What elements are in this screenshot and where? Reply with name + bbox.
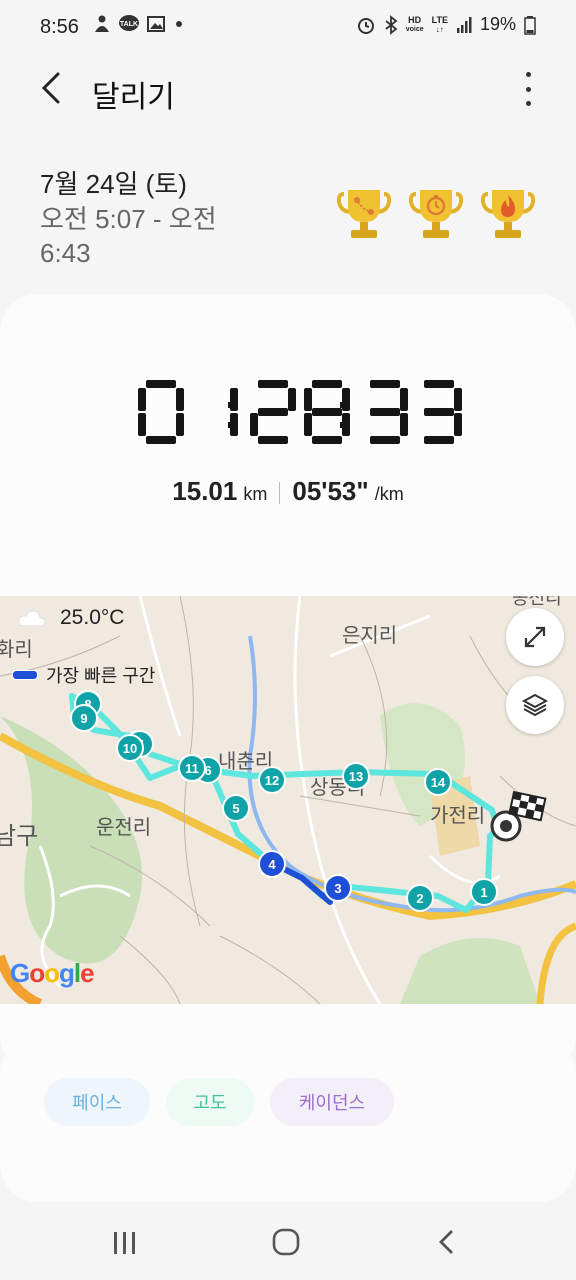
distance-trophy-icon[interactable]	[336, 186, 392, 242]
page-title: 달리기	[92, 81, 175, 114]
duration-colon	[340, 402, 346, 408]
system-nav-bar	[0, 1208, 576, 1280]
finish-point-dot	[500, 820, 512, 832]
stats-divider	[279, 482, 281, 505]
notification-icons: TALK	[92, 14, 186, 34]
route-marker-label: 14	[431, 775, 446, 790]
more-options-button[interactable]	[516, 72, 540, 106]
expand-icon	[524, 626, 546, 648]
lte-arrows-icon: ↓↑	[435, 24, 444, 34]
route-marker-label: 12	[265, 773, 279, 788]
place-label: 은지리	[342, 624, 397, 647]
map-canvas[interactable]: 은지리 남구 운전리 가전리 화리 상동리 내춘리 공전리 1234567891…	[0, 596, 576, 1004]
hd-voice-icon: HD voice	[405, 14, 424, 34]
app-bar: 달리기	[0, 56, 576, 124]
weather-info: 25.0°C	[18, 606, 124, 630]
place-label: 화리	[0, 638, 33, 661]
route-marker-label: 11	[185, 761, 199, 776]
duration-colon	[228, 402, 234, 408]
signal-icon	[456, 16, 472, 33]
recent-apps-button[interactable]	[110, 1230, 140, 1256]
place-label: 공전리	[512, 596, 562, 608]
duration-digit	[370, 380, 408, 444]
workout-date: 7월 24일 (토)	[40, 169, 187, 199]
duration-digit	[250, 380, 296, 444]
route-marker-label: 9	[80, 711, 87, 726]
google-logo: Google	[10, 958, 95, 988]
timer-trophy-icon[interactable]	[408, 186, 464, 242]
more-dot-icon	[525, 86, 531, 92]
hd-label: HD	[408, 14, 422, 25]
bluetooth-icon	[385, 14, 398, 35]
pace-unit: /km	[374, 484, 404, 504]
calorie-trophy-icon[interactable]	[480, 186, 536, 242]
duration-display	[138, 380, 462, 444]
duration-digit	[230, 388, 238, 436]
workout-stats: 15.01 km 05'53"/km	[0, 476, 576, 507]
expand-map-button[interactable]	[506, 608, 564, 666]
route-marker-label: 13	[349, 769, 363, 784]
workout-time-range: 오전 5:07 - 오전 6:43	[40, 204, 217, 268]
route-marker-label: 1	[480, 885, 487, 900]
more-dot-icon	[525, 72, 531, 77]
alarm-icon	[357, 17, 374, 34]
place-label: 남구	[0, 823, 38, 850]
route-marker-label: 4	[268, 857, 276, 872]
place-label: 운전리	[96, 816, 151, 839]
park-area	[400, 938, 540, 1004]
route-marker-label: 10	[123, 741, 137, 756]
distance-value: 15.01	[172, 476, 238, 506]
duration-digit	[304, 380, 350, 444]
status-time: 8:56	[40, 16, 79, 38]
layers-icon	[521, 693, 549, 717]
more-dot-icon	[525, 101, 531, 106]
temperature: 25.0°C	[60, 606, 125, 629]
duration-digit	[138, 380, 184, 444]
map-layers-button[interactable]	[506, 676, 564, 734]
kakaotalk-icon: TALK	[119, 15, 139, 31]
duration-digit	[424, 380, 462, 444]
voice-label: voice	[405, 25, 424, 33]
duration-colon	[340, 422, 346, 428]
cloud-icon	[18, 610, 46, 627]
home-button[interactable]	[272, 1228, 300, 1256]
battery-percent: 19%	[479, 14, 516, 34]
chart-tabs-card: 페이스 고도 케이던스	[0, 1036, 576, 1202]
pace-value: 05'53"	[292, 476, 369, 506]
fastest-segment-label: 가장 빠른 구간	[46, 666, 156, 686]
trophies	[336, 186, 536, 242]
route-map[interactable]: 은지리 남구 운전리 가전리 화리 상동리 내춘리 공전리 1234567891…	[0, 596, 576, 1004]
highway	[536, 922, 576, 1004]
tab-pace[interactable]: 페이스	[44, 1078, 150, 1126]
place-label: 가전리	[430, 804, 485, 827]
route-marker-label: 5	[232, 801, 239, 816]
dot-icon	[176, 21, 182, 27]
image-icon	[147, 16, 165, 32]
person-icon	[95, 15, 109, 32]
back-button[interactable]	[34, 68, 70, 108]
kakaotalk-label: TALK	[120, 21, 138, 28]
nav-back-button[interactable]	[436, 1228, 458, 1256]
status-bar: 8:56 TALK HD voice LTE ↓↑ 19%	[0, 0, 576, 56]
route-marker-label: 2	[416, 891, 423, 906]
tab-altitude[interactable]: 고도	[166, 1078, 254, 1126]
system-status: HD voice LTE ↓↑ 19%	[356, 14, 536, 35]
route-marker-label: 3	[334, 881, 341, 896]
fastest-segment-legend: 가장 빠른 구간	[12, 662, 155, 688]
duration-colon	[228, 422, 234, 428]
tab-cadence[interactable]: 케이던스	[270, 1078, 394, 1126]
battery-icon	[524, 15, 536, 35]
distance-unit: km	[243, 484, 268, 504]
lte-icon: LTE ↓↑	[431, 14, 448, 34]
fastest-segment-swatch	[12, 670, 38, 680]
lte-label: LTE	[431, 14, 448, 25]
